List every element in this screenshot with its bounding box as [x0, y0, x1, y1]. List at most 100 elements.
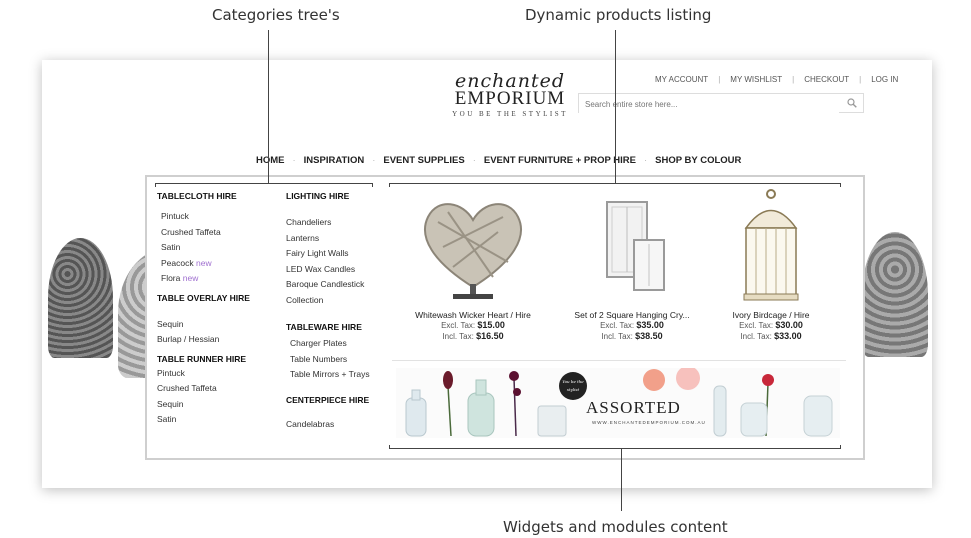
price-incl-label: Incl. Tax: — [442, 332, 474, 341]
heading-lighting[interactable]: LIGHTING HIRE — [286, 191, 370, 201]
annotation-line-widgets — [621, 449, 622, 511]
search-box — [578, 93, 864, 114]
price-incl-label: Incl. Tax: — [740, 332, 772, 341]
menu-column-left: TABLECLOTH HIRE Pintuck Crushed Taffeta … — [157, 191, 250, 428]
new-badge: new — [182, 273, 199, 283]
price-excl-label: Excl. Tax: — [739, 321, 774, 330]
heading-table-runner[interactable]: TABLE RUNNER HIRE — [157, 354, 250, 364]
account-links: MY ACCOUNT | MY WISHLIST | CHECKOUT | LOG I… — [655, 75, 898, 84]
banner-url: WWW.ENCHANTEDEMPORIUM.COM.AU — [592, 420, 706, 425]
link-tablecloth-crushed-taffeta[interactable]: Crushed Taffeta — [161, 225, 250, 241]
product-image-ivory-birdcage[interactable] — [711, 188, 831, 304]
products-bracket — [389, 183, 841, 187]
nav-home[interactable]: HOME — [256, 155, 285, 166]
search-input[interactable] — [579, 95, 839, 114]
heading-tablecloth[interactable]: TABLECLOTH HIRE — [157, 191, 250, 201]
link-tablecloth-pintuck[interactable]: Pintuck — [161, 209, 250, 225]
link-runner-crushed-taffeta[interactable]: Crushed Taffeta — [157, 381, 250, 397]
price-incl-value: $33.00 — [774, 331, 802, 341]
link-led-wax-candles[interactable]: LED Wax Candles — [286, 262, 370, 278]
widgets-bracket — [389, 445, 841, 449]
link-tablecloth-peacock[interactable]: Peacock new — [161, 256, 250, 272]
nav-inspiration[interactable]: INSPIRATION — [304, 155, 365, 166]
annotation-line-categories — [268, 30, 269, 183]
price-incl-label: Incl. Tax: — [601, 332, 633, 341]
link-candelabras[interactable]: Candelabras — [286, 417, 370, 433]
separator: | — [718, 75, 721, 84]
link-baroque-candlestick[interactable]: Baroque Candlestick — [286, 277, 370, 293]
annotation-categories: Categories tree's — [212, 6, 340, 24]
products-divider — [392, 360, 846, 361]
nav-dot: · — [472, 155, 476, 166]
link-my-account[interactable]: MY ACCOUNT — [655, 75, 708, 84]
nav-dot: · — [372, 155, 376, 166]
link-label: Flora — [161, 273, 181, 283]
product-name[interactable]: Set of 2 Square Hanging Cry... — [557, 310, 707, 320]
annotation-products: Dynamic products listing — [525, 6, 712, 24]
categories-bracket — [155, 183, 373, 187]
price-excl: Excl. Tax: $15.00 — [398, 320, 548, 331]
product-name[interactable]: Whitewash Wicker Heart / Hire — [398, 310, 548, 320]
heading-tableware[interactable]: TABLEWARE HIRE — [286, 322, 370, 332]
price-excl-value: $35.00 — [636, 320, 664, 330]
search-icon[interactable] — [847, 98, 857, 108]
link-runner-pintuck[interactable]: Pintuck — [157, 366, 250, 382]
logo-tagline: YOU BE THE STYLIST — [452, 110, 568, 118]
logo-main: EMPORIUM — [454, 88, 566, 109]
link-tablecloth-flora[interactable]: Flora new — [161, 271, 250, 287]
link-log-in[interactable]: LOG IN — [871, 75, 898, 84]
price-incl-value: $38.50 — [635, 331, 663, 341]
nav-dot: · — [643, 155, 648, 166]
product-card[interactable]: Set of 2 Square Hanging Cry... Excl. Tax… — [557, 192, 707, 342]
product-name[interactable]: Ivory Birdcage / Hire — [696, 310, 846, 320]
link-my-wishlist[interactable]: MY WISHLIST — [730, 75, 782, 84]
link-overlay-sequin[interactable]: Sequin — [157, 317, 250, 333]
annotation-widgets: Widgets and modules content — [503, 518, 728, 536]
link-collection[interactable]: Collection — [286, 293, 370, 309]
nav-event-furniture[interactable]: EVENT FURNITURE + PROP HIRE — [484, 155, 636, 166]
price-excl: Excl. Tax: $30.00 — [696, 320, 846, 331]
price-excl-label: Excl. Tax: — [441, 321, 476, 330]
price-incl: Incl. Tax: $38.50 — [557, 331, 707, 342]
new-badge: new — [195, 257, 212, 268]
link-runner-satin[interactable]: Satin — [157, 412, 250, 428]
assorted-banner[interactable]: You be the stylist ASSORTED WWW.ENCHANTE… — [396, 368, 840, 438]
main-nav: HOME · INSPIRATION · EVENT SUPPLIES · EVENT… — [256, 155, 741, 166]
nav-event-supplies[interactable]: EVENT SUPPLIES — [383, 155, 464, 166]
price-excl-label: Excl. Tax: — [600, 321, 635, 330]
table-left-dark — [48, 238, 113, 358]
price-incl-value: $16.50 — [476, 331, 504, 341]
stylist-badge: You be the stylist — [559, 372, 587, 400]
product-card[interactable]: Ivory Birdcage / Hire Excl. Tax: $30.00 … — [696, 188, 846, 342]
product-image-wicker-heart[interactable] — [413, 192, 533, 304]
product-card[interactable]: Whitewash Wicker Heart / Hire Excl. Tax:… — [398, 192, 548, 342]
link-label: Peacock — [161, 257, 194, 268]
link-checkout[interactable]: CHECKOUT — [804, 75, 849, 84]
separator: | — [792, 75, 795, 84]
price-excl-value: $30.00 — [775, 320, 803, 330]
price-incl: Incl. Tax: $16.50 — [398, 331, 548, 342]
banner-title: ASSORTED — [586, 398, 681, 417]
price-excl: Excl. Tax: $35.00 — [557, 320, 707, 331]
logo[interactable]: enchanted EMPORIUM YOU BE THE STYLIST — [440, 70, 580, 118]
price-excl-value: $15.00 — [477, 320, 505, 330]
separator: | — [859, 75, 862, 84]
price-incl: Incl. Tax: $33.00 — [696, 331, 846, 342]
nav-dot: · — [292, 155, 296, 166]
heading-centerpiece[interactable]: CENTERPIECE HIRE — [286, 395, 370, 405]
link-charger-plates[interactable]: Charger Plates — [290, 336, 370, 352]
link-lanterns[interactable]: Lanterns — [286, 231, 370, 247]
link-fairy-light-walls[interactable]: Fairy Light Walls — [286, 246, 370, 262]
product-image-crystal-lanterns[interactable] — [572, 192, 692, 304]
link-overlay-burlap[interactable]: Burlap / Hessian — [157, 332, 250, 348]
link-chandeliers[interactable]: Chandeliers — [286, 215, 370, 231]
link-runner-sequin[interactable]: Sequin — [157, 397, 250, 413]
annotation-line-products — [615, 30, 616, 183]
link-table-numbers[interactable]: Table Numbers — [290, 352, 370, 368]
heading-table-overlay[interactable]: TABLE OVERLAY HIRE — [157, 293, 250, 303]
menu-column-middle: LIGHTING HIRE Chandeliers Lanterns Fairy… — [286, 191, 370, 432]
link-tablecloth-satin[interactable]: Satin — [161, 240, 250, 256]
nav-shop-by-colour[interactable]: SHOP BY COLOUR — [655, 155, 741, 166]
link-table-mirrors[interactable]: Table Mirrors + Trays — [290, 367, 370, 383]
table-right-grey — [862, 232, 928, 357]
